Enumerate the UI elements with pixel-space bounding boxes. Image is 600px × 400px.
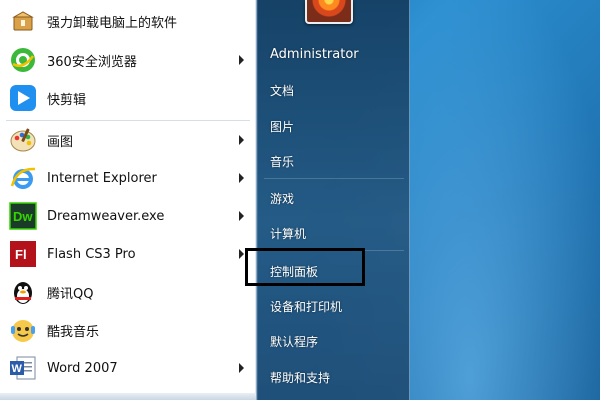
program-item-qq[interactable]: 腾讯QQ [0,274,256,310]
program-item-kuwo-music[interactable]: 酷我音乐 [0,312,256,348]
paint-palette-icon [8,125,38,155]
submenu-arrow-icon[interactable] [239,363,244,373]
places-item-games[interactable]: 游戏 [270,190,294,207]
qq-penguin-icon [8,277,38,307]
word-2007-icon: W [8,353,38,383]
submenu-arrow-icon[interactable] [239,249,244,259]
submenu-arrow-icon[interactable] [239,135,244,145]
360-browser-icon [8,45,38,75]
flash-icon-text: Fl [15,247,27,262]
submenu-arrow-icon[interactable] [239,211,244,221]
places-item-pictures[interactable]: 图片 [270,118,294,135]
program-label: 腾讯QQ [47,286,94,302]
uninstaller-box-icon [8,6,38,36]
program-list-divider [6,120,250,121]
places-item-music[interactable]: 音乐 [270,153,294,170]
program-label: 画图 [47,134,74,150]
program-item-word-2007[interactable]: W Word 2007 [0,350,256,386]
dreamweaver-icon: Dw [8,201,38,231]
program-label: Flash CS3 Pro [47,246,136,262]
program-item-internet-explorer[interactable]: Internet Explorer [0,160,256,196]
program-item-uninstaller[interactable]: 强力卸载电脑上的软件 [0,4,256,38]
program-item-kuaijianji[interactable]: 快剪辑 [0,80,256,116]
program-label: Dreamweaver.exe [47,208,165,224]
places-item-user[interactable]: Administrator [270,47,359,62]
next-program-item-partial [0,393,256,400]
user-avatar-flower-icon[interactable] [305,0,353,24]
control-panel-highlight-box [245,248,365,286]
flash-icon: Fl [8,239,38,269]
program-label: 酷我音乐 [47,324,100,340]
program-label: 360安全浏览器 [47,54,137,70]
places-item-computer[interactable]: 计算机 [270,225,306,242]
start-menu-program-list: 强力卸载电脑上的软件 360安全浏览器 快剪辑 画图 Internet Expl… [0,0,257,400]
program-item-flash[interactable]: Fl Flash CS3 Pro [0,236,256,272]
places-divider [264,178,404,179]
places-item-default-programs[interactable]: 默认程序 [270,333,318,350]
places-item-help-support[interactable]: 帮助和支持 [270,369,330,386]
program-item-dreamweaver[interactable]: Dw Dreamweaver.exe [0,198,256,234]
kuaijianji-play-icon [8,83,38,113]
program-label: 快剪辑 [47,92,87,108]
submenu-arrow-icon[interactable] [239,55,244,65]
program-label: Internet Explorer [47,170,157,186]
program-item-360-browser[interactable]: 360安全浏览器 [0,42,256,78]
submenu-arrow-icon[interactable] [239,173,244,183]
places-item-documents[interactable]: 文档 [270,82,294,99]
word-icon-text: W [12,363,23,375]
program-label: Word 2007 [47,360,118,376]
places-item-devices-printers[interactable]: 设备和打印机 [270,298,342,315]
program-label: 强力卸载电脑上的软件 [47,15,178,31]
internet-explorer-icon [8,163,38,193]
program-item-paint[interactable]: 画图 [0,122,256,158]
dreamweaver-icon-text: Dw [13,209,33,224]
kuwo-music-icon [8,315,38,345]
